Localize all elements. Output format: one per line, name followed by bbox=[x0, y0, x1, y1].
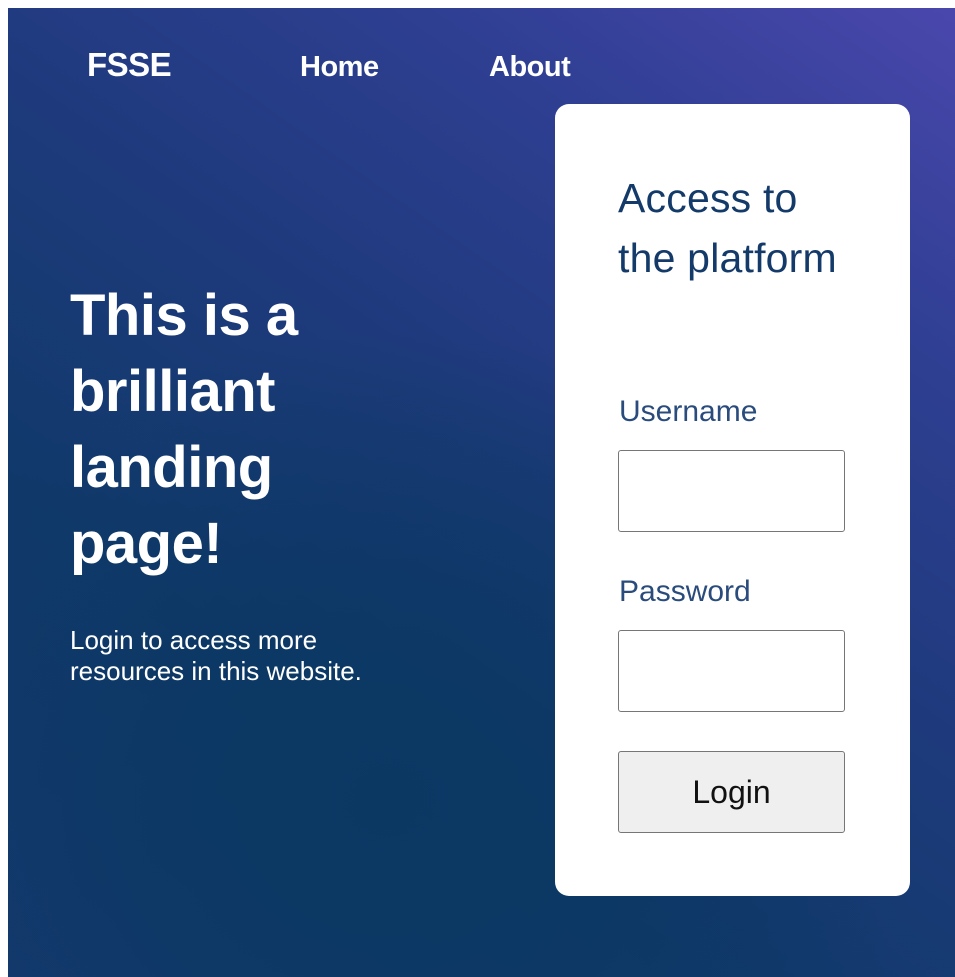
nav-link-home[interactable]: Home bbox=[300, 53, 379, 82]
password-input[interactable] bbox=[618, 630, 845, 712]
nav-link-about[interactable]: About bbox=[489, 53, 571, 82]
username-input[interactable] bbox=[618, 450, 845, 532]
password-label: Password bbox=[619, 575, 751, 608]
login-button[interactable]: Login bbox=[618, 751, 845, 833]
login-card: Access to the platform Username Password… bbox=[555, 104, 910, 896]
hero-description: Login to access more resources in this w… bbox=[70, 625, 362, 686]
top-navbar: FSSE Home About bbox=[8, 8, 955, 108]
login-card-title: Access to the platform bbox=[618, 175, 837, 281]
hero-title: This is a brilliant landing page! bbox=[70, 283, 298, 576]
brand-logo[interactable]: FSSE bbox=[87, 48, 172, 81]
landing-page: FSSE Home About This is a brilliant land… bbox=[8, 8, 955, 977]
username-label: Username bbox=[619, 395, 758, 428]
